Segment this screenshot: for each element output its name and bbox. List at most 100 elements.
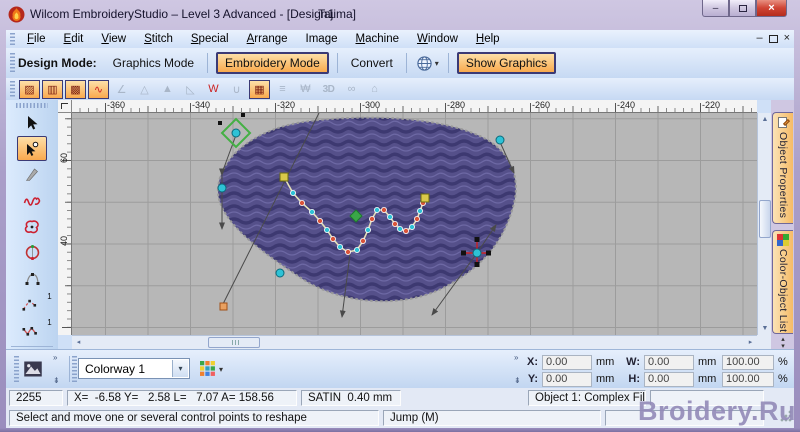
reshape-object-tool[interactable] [17, 136, 47, 161]
complex-fill-icon[interactable]: ▦ [249, 79, 270, 99]
freehand-open-tool[interactable] [17, 188, 47, 213]
graphics-mode-button[interactable]: Graphics Mode [105, 53, 202, 73]
hoop-globe-dropdown[interactable]: ▾ [412, 53, 443, 74]
menu-image[interactable]: Image [297, 32, 347, 46]
w-input[interactable] [644, 354, 694, 370]
menu-help[interactable]: Help [467, 32, 509, 46]
column-c-icon[interactable]: ∪ [226, 80, 247, 99]
window-frame-bottom [0, 428, 800, 432]
tatami-fill-icon[interactable]: ▩ [65, 79, 86, 99]
insert-bitmap-button[interactable] [18, 354, 48, 384]
parallel-fill-icon[interactable]: ▨ [19, 79, 40, 99]
y-input[interactable] [542, 371, 592, 387]
knife-icon [25, 168, 38, 181]
unit-label: mm [596, 356, 615, 368]
input-c-icon[interactable]: ◺ [180, 80, 201, 99]
ruler-label: -220 [702, 100, 721, 110]
design-canvas[interactable] [72, 113, 757, 335]
scroll-up-arrow[interactable]: ▲ [758, 113, 772, 126]
ruler-label: -340 [192, 100, 211, 110]
application-window: Wilcom EmbroideryStudio – Level 3 Advanc… [0, 0, 800, 432]
vertical-scrollbar[interactable]: ▲ ▼ [757, 113, 771, 335]
input-angle-icon[interactable]: ∠ [111, 80, 132, 99]
3d-effect-icon[interactable]: 3D [318, 80, 339, 99]
menu-file[interactable]: File [18, 32, 55, 46]
closed-object-tool[interactable]: 1 [17, 318, 52, 343]
contour-fill-icon[interactable]: ≡ [272, 80, 293, 99]
zigzag-fill-icon[interactable]: ∿ [88, 79, 109, 99]
embroidery-object [216, 116, 517, 303]
vertical-ruler: 60 40 [58, 113, 72, 335]
scroll-down-arrow[interactable]: ▼ [758, 322, 772, 335]
overflow-chevron[interactable]: » [53, 353, 57, 362]
window-title: Wilcom EmbroideryStudio – Level 3 Advanc… [30, 7, 335, 21]
toolbar-grip[interactable] [72, 356, 77, 382]
h-input[interactable] [644, 371, 694, 387]
tab-object-properties[interactable]: Object Properties [772, 112, 793, 224]
scale-w-input[interactable] [722, 354, 774, 370]
show-graphics-button[interactable]: Show Graphics [456, 52, 557, 74]
vertical-scroll-thumb[interactable] [759, 200, 771, 238]
docked-panel-tabs: Object Properties Color-Object List ▴ ▾ [771, 100, 794, 350]
select-object-tool[interactable] [17, 110, 47, 135]
node-polygon-icon [25, 272, 39, 285]
color-palette-dropdown[interactable]: ▾ [200, 358, 233, 380]
menu-window[interactable]: Window [408, 32, 467, 46]
toolbar-grip[interactable] [10, 81, 15, 97]
y-label: Y: [527, 373, 538, 385]
motif-fill-icon[interactable]: ₩ [295, 80, 316, 99]
convert-button[interactable]: Convert [343, 53, 401, 73]
horizontal-scrollbar[interactable]: ◂ ▸ [72, 335, 757, 349]
resize-grip[interactable] [780, 410, 792, 422]
stitch-toolbar: ▨ ▥ ▩ ∿ ∠ △ ▲ ◺ W ∪ ▦ ≡ ₩ 3D ∞ ⌂ [6, 78, 794, 100]
close-button[interactable]: × [756, 0, 787, 17]
x-input[interactable] [542, 354, 592, 370]
status-empty [605, 410, 764, 426]
open-object-tool[interactable]: 1 [17, 292, 52, 317]
overflow-chevron[interactable]: » [514, 353, 518, 362]
overflow-more[interactable]: ⇟ [53, 376, 60, 385]
overflow-more[interactable]: ⇟ [514, 376, 521, 385]
ruler-label: -280 [447, 100, 466, 110]
ruler-label: 60 [59, 152, 70, 164]
menu-special[interactable]: Special [182, 32, 238, 46]
input-b-icon[interactable]: ▲ [157, 80, 178, 99]
input-a-icon[interactable]: △ [134, 80, 155, 99]
craft-stitch-icon[interactable]: ⌂ [364, 80, 385, 99]
satin-fill-icon[interactable]: ▥ [42, 79, 63, 99]
scale-h-input[interactable] [722, 371, 774, 387]
colorway-dropdown-arrow[interactable]: ▾ [172, 360, 188, 377]
toolbar-grip[interactable] [16, 103, 48, 108]
toolbar-grip[interactable] [10, 32, 15, 46]
measure-tool[interactable] [17, 162, 47, 187]
ruler-label: -320 [277, 100, 296, 110]
control-point [217, 183, 227, 193]
mdi-close-button[interactable]: × [784, 32, 790, 45]
menu-stitch[interactable]: Stitch [135, 32, 182, 46]
scroll-right-arrow[interactable]: ▸ [744, 336, 757, 350]
ruler-label: -360 [107, 100, 126, 110]
title-bar: Wilcom EmbroideryStudio – Level 3 Advanc… [0, 0, 800, 30]
maximize-button[interactable] [729, 0, 756, 17]
menu-view[interactable]: View [92, 32, 135, 46]
stumpwork-icon[interactable]: ∞ [341, 80, 362, 99]
menu-arrange[interactable]: Arrange [238, 32, 297, 46]
toolbar-grip[interactable] [10, 52, 15, 74]
embroidery-mode-button[interactable]: Embroidery Mode [216, 52, 329, 74]
circle-star-tool[interactable] [17, 240, 47, 265]
window-title-machine: Tajima] [318, 7, 357, 21]
minimize-button[interactable]: – [702, 0, 729, 17]
tab-color-object-list[interactable]: Color-Object List [772, 230, 793, 334]
mdi-minimize-button[interactable]: – [756, 32, 762, 45]
freehand-closed-tool[interactable] [17, 214, 47, 239]
complex-shape-tool[interactable] [17, 266, 47, 291]
horizontal-scroll-thumb[interactable] [208, 337, 260, 348]
mdi-restore-button[interactable] [768, 34, 778, 43]
menu-machine[interactable]: Machine [347, 32, 408, 46]
status-bar-upper: 2255 X= -6.58 Y= 2.58 L= 7.07 A= 158.56 … [6, 388, 794, 408]
scroll-left-arrow[interactable]: ◂ [72, 336, 85, 350]
motif-run-icon[interactable]: W [203, 80, 224, 99]
colorway-select[interactable]: Colorway 1 ▾ [78, 358, 190, 379]
menu-edit[interactable]: Edit [55, 32, 93, 46]
globe-icon [417, 55, 432, 71]
